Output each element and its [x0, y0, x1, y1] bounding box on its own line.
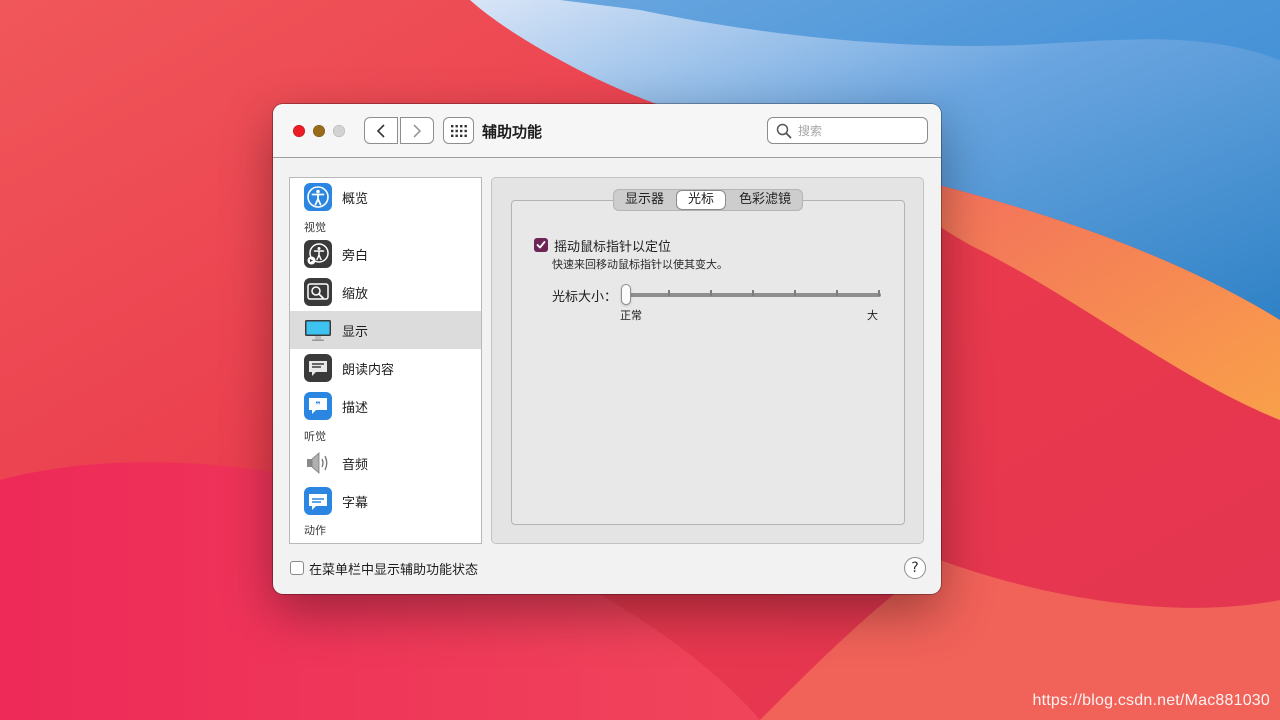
watermark-text: https://blog.csdn.net/Mac881030 — [1032, 692, 1270, 709]
sidebar-item-label: 音频 — [342, 458, 369, 473]
sidebar-item-overview[interactable]: 概览 — [290, 178, 481, 216]
sidebar-item-label: 显示 — [342, 325, 369, 340]
menubar-status-checkbox[interactable] — [290, 561, 304, 575]
display-icon — [305, 320, 331, 341]
sidebar-item-label: 缩放 — [342, 287, 369, 302]
spoken-content-icon — [304, 354, 332, 382]
slider-tick — [794, 290, 796, 296]
forward-button[interactable] — [400, 117, 434, 144]
tab-bar: 显示器 光标 色彩滤镜 — [613, 189, 803, 211]
back-button[interactable] — [364, 117, 398, 144]
chevron-left-icon — [376, 123, 385, 138]
shake-to-locate-hint: 快速来回移动鼠标指针以使其变大。 — [552, 258, 728, 271]
sidebar-item-audio[interactable]: 音频 — [290, 444, 481, 482]
slider-max-label: 大 — [867, 309, 878, 322]
minimize-button[interactable] — [313, 125, 325, 137]
title-bar: 辅助功能 — [273, 104, 941, 158]
sidebar-item-spoken-content[interactable]: 朗读内容 — [290, 349, 481, 387]
tab-cursor[interactable]: 光标 — [677, 191, 725, 209]
sidebar-item-label: 描述 — [342, 401, 369, 416]
close-button[interactable] — [293, 125, 305, 137]
checkmark-icon — [536, 241, 546, 249]
sidebar-item-label: 朗读内容 — [342, 363, 395, 378]
zoom-button[interactable] — [333, 125, 345, 137]
sidebar-item-label: 旁白 — [342, 249, 369, 264]
show-all-button[interactable] — [443, 117, 474, 144]
slider-tick — [878, 290, 880, 296]
search-icon — [776, 123, 792, 139]
chevron-right-icon — [413, 123, 422, 138]
sidebar: 概览 视觉 旁白 缩放 显示 朗读内容 ❞ 描述 听觉 音频 字幕 动作 — [289, 177, 482, 544]
category-vision: 视觉 — [304, 221, 326, 234]
accessibility-icon — [304, 183, 332, 211]
sidebar-item-label: 概览 — [342, 192, 369, 207]
sidebar-item-voiceover[interactable]: 旁白 — [290, 235, 481, 273]
search-input[interactable] — [798, 122, 918, 139]
cursor-size-slider-knob[interactable] — [621, 284, 631, 305]
slider-tick — [668, 290, 670, 296]
voiceover-icon — [304, 240, 332, 268]
category-motion: 动作 — [304, 524, 326, 537]
category-hearing: 听觉 — [304, 430, 326, 443]
menubar-status-label[interactable]: 在菜单栏中显示辅助功能状态 — [309, 559, 478, 578]
shake-to-locate-checkbox[interactable] — [534, 238, 548, 252]
tab-display[interactable]: 显示器 — [613, 189, 676, 211]
tab-color-filters[interactable]: 色彩滤镜 — [727, 189, 803, 211]
search-field[interactable] — [767, 117, 928, 144]
slider-tick — [836, 290, 838, 296]
sidebar-item-display[interactable]: 显示 — [290, 311, 481, 349]
speaker-icon — [307, 452, 328, 474]
zoom-icon — [304, 278, 332, 306]
captions-icon — [304, 487, 332, 515]
sidebar-item-zoom[interactable]: 缩放 — [290, 273, 481, 311]
descriptions-icon: ❞ — [304, 392, 332, 420]
sidebar-item-captions[interactable]: 字幕 — [290, 482, 481, 520]
accessibility-window: 辅助功能 概览 视觉 — [273, 104, 941, 594]
slider-tick — [752, 290, 754, 296]
window-title: 辅助功能 — [482, 123, 543, 141]
content-panel — [491, 177, 924, 544]
sidebar-item-descriptions[interactable]: ❞ 描述 — [290, 387, 481, 425]
svg-text:❞: ❞ — [315, 401, 320, 411]
help-button[interactable]: ? — [904, 557, 926, 579]
cursor-size-label: 光标大小： — [552, 290, 618, 305]
slider-tick — [710, 290, 712, 296]
grid-icon — [450, 124, 467, 137]
shake-to-locate-label[interactable]: 摇动鼠标指针以定位 — [554, 236, 671, 255]
sidebar-item-label: 字幕 — [342, 496, 369, 511]
slider-min-label: 正常 — [620, 309, 642, 322]
